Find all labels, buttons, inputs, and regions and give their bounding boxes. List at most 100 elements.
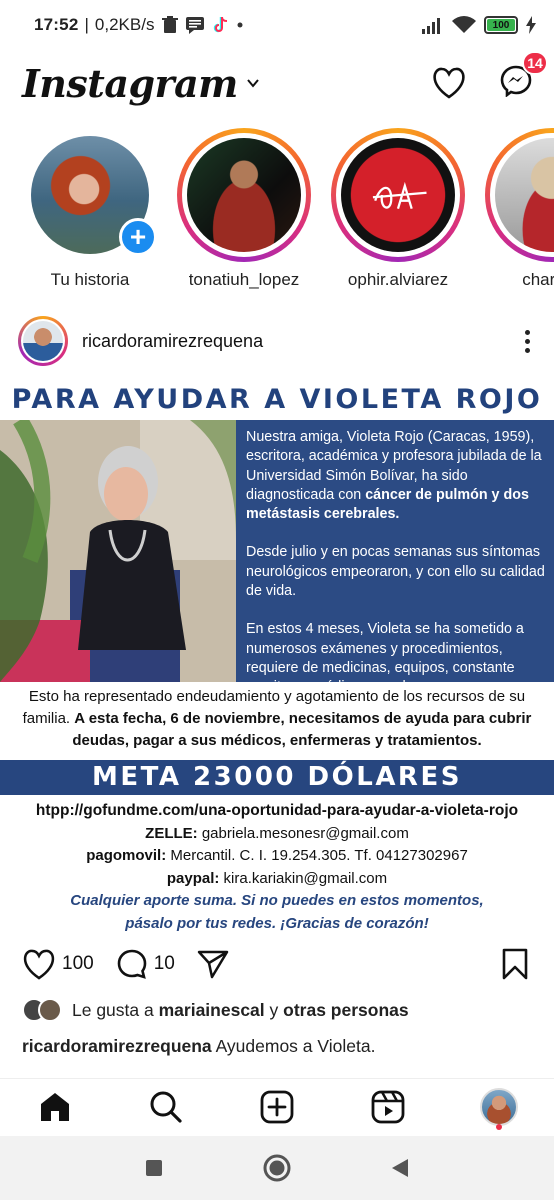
add-story-button[interactable]: + bbox=[119, 218, 157, 256]
wifi-icon bbox=[452, 16, 476, 33]
instagram-logo[interactable]: Instagram bbox=[22, 61, 238, 106]
contact-info: htpp://gofundme.com/una-oportunidad-para… bbox=[0, 800, 554, 935]
share-button[interactable] bbox=[197, 949, 229, 979]
story-avatar bbox=[187, 138, 301, 252]
nav-home[interactable] bbox=[25, 1082, 85, 1132]
tiktok-icon bbox=[214, 16, 228, 33]
box-paragraph-2: Desde julio y en pocas semanas sus sínto… bbox=[246, 544, 545, 600]
flyer-paragraph-bold: A esta fecha, 6 de noviembre, necesitamo… bbox=[72, 710, 532, 749]
goal-banner: META 23000 DÓLARES bbox=[0, 760, 554, 795]
save-button[interactable] bbox=[502, 948, 528, 980]
chevron-down-icon[interactable] bbox=[246, 76, 260, 90]
story-charliea[interactable]: charlieа bbox=[484, 128, 554, 298]
liked-by-others[interactable]: otras personas bbox=[283, 1000, 408, 1020]
android-navigation-bar bbox=[0, 1136, 554, 1200]
liked-by[interactable]: Le gusta a mariainescal y otras personas bbox=[22, 998, 409, 1022]
liked-by-prefix: Le gusta a bbox=[72, 999, 159, 1020]
stories-tray: + Tu historia tonatiuh_lopez ophir.alvia… bbox=[0, 128, 554, 298]
reels-icon bbox=[371, 1090, 405, 1123]
flyer-paragraph: Esto ha representado endeudamiento y ago… bbox=[0, 686, 554, 752]
status-bar: 17:52 | 0,2KB/s 100 bbox=[0, 0, 554, 50]
nav-reels[interactable] bbox=[358, 1082, 418, 1132]
post-username[interactable]: ricardoramirezrequena bbox=[82, 331, 263, 352]
signature-icon bbox=[372, 181, 427, 210]
caption-text: Ayudemos a Violeta. bbox=[211, 1036, 376, 1056]
paypal-value: kira.kariakin@gmail.com bbox=[219, 869, 388, 887]
notification-dot bbox=[495, 1123, 502, 1130]
story-avatar bbox=[341, 138, 455, 252]
like-button[interactable]: 100 bbox=[22, 949, 94, 980]
zelle-label: ZELLE: bbox=[145, 824, 198, 842]
story-tu-historia[interactable]: + Tu historia bbox=[22, 128, 158, 298]
heart-icon bbox=[23, 949, 55, 980]
post-actions: 100 10 bbox=[0, 944, 554, 984]
closing-line-1: Cualquier aporte suma. Si no puedes en e… bbox=[70, 892, 484, 909]
battery-icon: 100 bbox=[484, 16, 518, 34]
zelle-line: ZELLE: gabriela.mesonesr@gmail.com bbox=[0, 823, 554, 846]
nav-search[interactable] bbox=[136, 1082, 196, 1132]
caption-username[interactable]: ricardoramirezrequena bbox=[22, 1036, 212, 1056]
post-avatar[interactable] bbox=[18, 316, 68, 366]
profile-avatar bbox=[479, 1087, 518, 1126]
paypal-label: paypal: bbox=[166, 869, 220, 887]
battery-level: 100 bbox=[487, 19, 515, 31]
network-speed: 0,2KB/s bbox=[94, 15, 155, 34]
liker-avatar bbox=[38, 998, 62, 1022]
story-name: charlieа bbox=[522, 270, 554, 289]
post-header: ricardoramirezrequena bbox=[0, 310, 554, 372]
liked-by-mid: y bbox=[264, 999, 284, 1020]
app-header: Instagram 14 bbox=[0, 50, 554, 111]
zelle-value: gabriela.mesonesr@gmail.com bbox=[197, 824, 409, 842]
dot-icon bbox=[237, 22, 243, 28]
home-icon bbox=[41, 1092, 70, 1121]
pagomovil-label: pagomovil: bbox=[86, 847, 167, 864]
flyer-title: PARA AYUDAR A VIOLETA ROJO bbox=[11, 384, 543, 415]
story-ophir-alviarez[interactable]: ophir.alviarez bbox=[330, 128, 466, 298]
recents-icon[interactable] bbox=[144, 1158, 164, 1178]
likes-count: 100 bbox=[62, 953, 94, 974]
heart-icon[interactable] bbox=[432, 67, 466, 99]
status-time: 17:52 bbox=[34, 15, 79, 34]
home-circle-icon[interactable] bbox=[262, 1153, 292, 1183]
nav-create[interactable] bbox=[247, 1082, 307, 1132]
search-icon bbox=[150, 1091, 182, 1123]
post-caption: ricardoramirezrequena Ayudemos a Violeta… bbox=[22, 1036, 375, 1057]
story-tonatiuh-lopez[interactable]: tonatiuh_lopez bbox=[176, 128, 312, 298]
comments-count: 10 bbox=[153, 953, 175, 974]
signal-icon bbox=[422, 18, 440, 34]
paypal-line: paypal: kira.kariakin@gmail.com bbox=[0, 868, 554, 891]
story-avatar bbox=[495, 138, 554, 252]
liked-by-user[interactable]: mariainescal bbox=[159, 1000, 265, 1020]
messenger-button[interactable]: 14 bbox=[500, 50, 548, 102]
send-icon bbox=[197, 950, 229, 979]
comment-button[interactable]: 10 bbox=[116, 948, 175, 980]
story-ring: + bbox=[23, 128, 157, 262]
liked-by-text: Le gusta a mariainescal y otras personas bbox=[72, 1000, 409, 1021]
story-name: tonatiuh_lopez bbox=[188, 270, 300, 289]
story-ring bbox=[177, 128, 311, 262]
flyer-blue-box: Nuestra amiga, Violeta Rojo (Caracas, 19… bbox=[236, 420, 554, 695]
pagomovil-line: pagomovil: Mercantil. C. I. 19.254.305. … bbox=[0, 845, 554, 868]
story-name: ophir.alviarez bbox=[347, 270, 449, 289]
story-ring bbox=[485, 128, 554, 262]
back-icon[interactable] bbox=[390, 1157, 410, 1179]
notification-badge: 14 bbox=[522, 50, 548, 75]
status-separator: | bbox=[84, 15, 89, 34]
violeta-photo bbox=[0, 420, 236, 682]
add-post-icon bbox=[260, 1090, 294, 1123]
charging-icon bbox=[526, 16, 536, 34]
bookmark-icon bbox=[502, 948, 528, 980]
more-options-icon[interactable] bbox=[519, 324, 536, 359]
pagomovil-value: Mercantil. C. I. 19.254.305. Tf. 0412730… bbox=[166, 847, 468, 864]
closing-line-2: pásalo por tus redes. ¡Gracias de corazó… bbox=[125, 914, 429, 932]
post-image[interactable]: PARA AYUDAR A VIOLETA ROJO Nuestra amiga… bbox=[0, 378, 554, 938]
nav-profile[interactable] bbox=[469, 1082, 529, 1132]
flyer-middle: Nuestra amiga, Violeta Rojo (Caracas, 19… bbox=[0, 420, 554, 695]
story-ring bbox=[331, 128, 465, 262]
trash-icon bbox=[162, 16, 179, 33]
chat-icon bbox=[186, 17, 205, 34]
bottom-navigation bbox=[0, 1078, 554, 1134]
gofundme-url: htpp://gofundme.com/una-oportunidad-para… bbox=[35, 802, 519, 819]
comment-icon bbox=[117, 949, 147, 979]
story-name: Tu historia bbox=[50, 270, 130, 289]
